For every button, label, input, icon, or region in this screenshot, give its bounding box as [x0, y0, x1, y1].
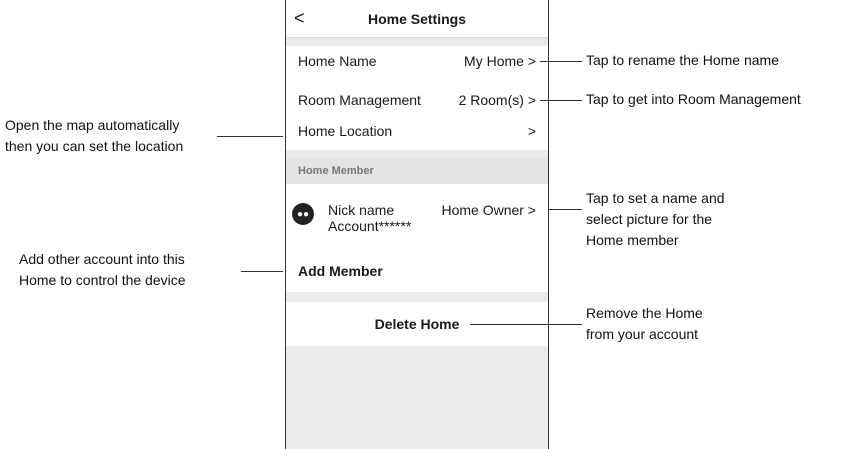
member-role: Home Owner > — [441, 202, 536, 218]
annotation-line-map — [217, 136, 283, 137]
home-member-section-title: Home Member — [298, 165, 374, 177]
phone-screen: < Home Settings Home Name My Home > Room… — [285, 0, 549, 449]
annotation-member: Tap to set a name and select picture for… — [586, 188, 725, 251]
annotation-rename: Tap to rename the Home name — [586, 52, 779, 68]
annotation-add: Add other account into this Home to cont… — [19, 249, 186, 291]
add-member-button[interactable]: Add Member — [298, 263, 383, 279]
delete-home-label: Delete Home — [374, 316, 460, 332]
home-location-row[interactable]: Home Location > — [286, 118, 548, 150]
header-bar: < Home Settings — [286, 0, 548, 38]
annotation-line-remove — [470, 324, 582, 325]
page-title: Home Settings — [367, 11, 466, 27]
annotation-map: Open the map automatically then you can … — [5, 115, 183, 157]
annotation-line-add — [241, 271, 283, 272]
annotation-add-line-1: Add other account into this — [19, 251, 185, 267]
home-name-value: My Home > — [464, 53, 536, 69]
annotation-remove-line-1: Remove the Home — [586, 305, 703, 321]
room-management-value: 2 Room(s) > — [458, 92, 536, 108]
annotation-line-member — [548, 209, 582, 210]
annotation-line-room — [540, 100, 582, 101]
annotation-member-line-3: Home member — [586, 232, 679, 248]
member-row[interactable]: ●● Nick name Account****** Home Owner > — [286, 194, 548, 238]
annotation-remove: Remove the Home from your account — [586, 303, 703, 345]
member-account: Account****** — [328, 218, 412, 234]
room-management-label: Room Management — [298, 92, 421, 108]
home-name-label: Home Name — [298, 53, 377, 69]
avatar: ●● — [292, 203, 314, 225]
home-name-row[interactable]: Home Name My Home > — [286, 46, 548, 82]
annotation-remove-line-2: from your account — [586, 326, 699, 342]
annotation-map-line-1: Open the map automatically — [5, 117, 180, 133]
member-block: ●● Nick name Account****** Home Owner > … — [286, 184, 548, 292]
annotation-line-rename — [540, 61, 582, 62]
annotation-add-line-2: Home to control the device — [19, 272, 186, 288]
home-location-label: Home Location — [298, 123, 393, 139]
home-location-value: > — [527, 123, 536, 139]
annotation-room: Tap to get into Room Management — [586, 91, 801, 107]
home-member-section-header: Home Member — [286, 158, 548, 184]
annotation-map-line-2: then you can set the location — [5, 138, 184, 154]
room-management-row[interactable]: Room Management 2 Room(s) > — [286, 82, 548, 118]
member-name: Nick name — [328, 202, 395, 218]
annotation-member-line-1: Tap to set a name and — [586, 190, 725, 206]
annotation-member-line-2: select picture for the — [586, 211, 713, 227]
